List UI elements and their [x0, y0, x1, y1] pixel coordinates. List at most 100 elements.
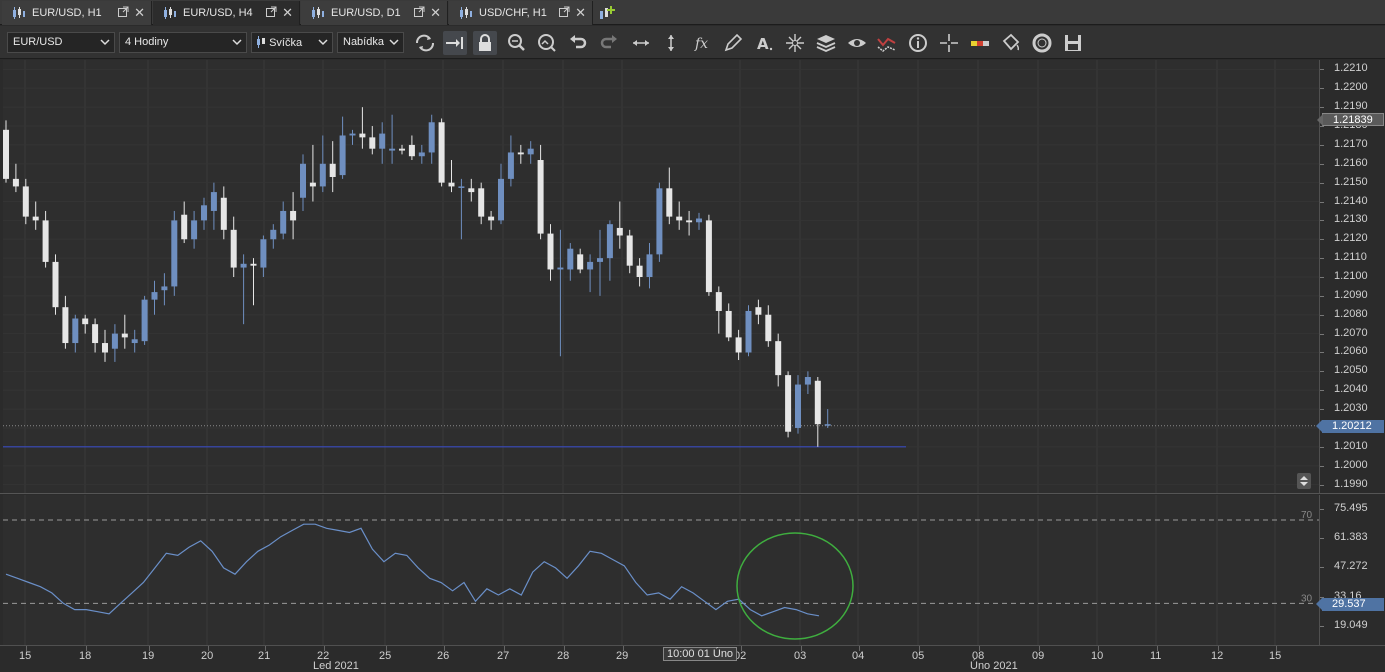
candle[interactable]: [191, 210, 198, 249]
tab-eurusd-h4[interactable]: EUR/USD, H4 ✕: [153, 1, 300, 25]
candle[interactable]: [507, 135, 514, 187]
candle[interactable]: [92, 318, 99, 353]
candle[interactable]: [309, 144, 316, 202]
candle[interactable]: [141, 295, 148, 345]
candle[interactable]: [3, 120, 9, 183]
candle[interactable]: [22, 178, 29, 225]
layers-button[interactable]: [814, 31, 838, 55]
candle[interactable]: [389, 114, 396, 164]
candle[interactable]: [181, 201, 188, 244]
candle[interactable]: [290, 192, 297, 240]
scale-toggle-button[interactable]: [1297, 473, 1311, 489]
add-chart-icon[interactable]: [597, 3, 617, 23]
candle[interactable]: [715, 286, 722, 334]
pencil-button[interactable]: [721, 31, 745, 55]
refresh-button[interactable]: [413, 31, 437, 55]
time-axis[interactable]: 15 18 19 20 21 22 25 26 27 28 29 02 03 04 05 08 09 10 11 12…: [0, 645, 1385, 672]
candle[interactable]: [349, 129, 356, 145]
candle[interactable]: [676, 201, 683, 230]
candle[interactable]: [220, 186, 227, 240]
paint-bucket-button[interactable]: [999, 31, 1023, 55]
candle[interactable]: [755, 299, 762, 325]
candle[interactable]: [606, 220, 613, 281]
menu-select[interactable]: Nabídka: [337, 32, 404, 53]
candle[interactable]: [369, 126, 376, 155]
candle[interactable]: [319, 135, 326, 193]
redo-button[interactable]: [597, 31, 621, 55]
candle[interactable]: [52, 254, 59, 315]
candle[interactable]: [814, 377, 821, 447]
close-icon[interactable]: ✕: [282, 5, 293, 21]
candle[interactable]: [696, 212, 702, 230]
candle[interactable]: [240, 254, 247, 325]
candle[interactable]: [250, 258, 257, 306]
horizontal-arrows-button[interactable]: [629, 31, 653, 55]
candle[interactable]: [300, 154, 306, 211]
popout-icon[interactable]: [118, 6, 129, 17]
save-button[interactable]: [1061, 31, 1085, 55]
candle[interactable]: [418, 144, 425, 164]
candle[interactable]: [537, 144, 544, 240]
candle[interactable]: [230, 216, 237, 277]
cursor-button[interactable]: [937, 31, 961, 55]
timeframe-select[interactable]: 4 Hodiny: [119, 32, 247, 53]
candle[interactable]: [725, 303, 732, 342]
tab-eurusd-h1[interactable]: EUR/USD, H1 ✕: [2, 1, 152, 25]
close-icon[interactable]: ✕: [430, 5, 441, 21]
candle[interactable]: [567, 243, 574, 281]
zoom-in-button[interactable]: [505, 31, 529, 55]
candle[interactable]: [626, 229, 633, 274]
candle[interactable]: [329, 141, 336, 193]
candle[interactable]: [201, 197, 207, 230]
candle[interactable]: [171, 210, 178, 296]
candle[interactable]: [577, 248, 584, 274]
candle[interactable]: [646, 243, 653, 289]
fx-button[interactable]: fx: [691, 31, 715, 55]
candle[interactable]: [210, 182, 217, 230]
undo-button[interactable]: [566, 31, 590, 55]
rsi-axis[interactable]: 75.495 61.383 47.272 33.16 19.049 29.537: [1316, 495, 1385, 645]
candle[interactable]: [824, 409, 831, 428]
candle[interactable]: [705, 214, 712, 296]
info-button[interactable]: [906, 31, 930, 55]
popout-icon[interactable]: [266, 6, 277, 17]
candle[interactable]: [587, 254, 594, 293]
auto-scroll-button[interactable]: [443, 31, 467, 55]
candle[interactable]: [686, 210, 693, 236]
candle[interactable]: [745, 305, 752, 357]
crosshair-star-button[interactable]: [783, 31, 807, 55]
popout-icon[interactable]: [559, 6, 570, 17]
candle[interactable]: [735, 329, 742, 361]
candle[interactable]: [399, 144, 405, 155]
price-axis[interactable]: 1.22101.22001.21901.21801.21701.21601.21…: [1316, 60, 1385, 494]
rsi-chart[interactable]: 70 30: [3, 495, 1319, 645]
candle[interactable]: [785, 371, 792, 438]
candle[interactable]: [42, 210, 49, 268]
chart-type-select[interactable]: Svíčka: [251, 32, 333, 53]
rsi-line[interactable]: [5, 523, 820, 617]
tab-eurusd-d1[interactable]: EUR/USD, D1 ✕: [301, 1, 448, 25]
candle[interactable]: [448, 160, 455, 193]
eye-button[interactable]: [845, 31, 869, 55]
vertical-arrows-button[interactable]: [659, 31, 683, 55]
candle[interactable]: [656, 182, 663, 262]
price-chart[interactable]: [3, 60, 1319, 494]
candle[interactable]: [478, 182, 485, 225]
candle[interactable]: [438, 118, 445, 187]
candle[interactable]: [458, 178, 465, 240]
symbol-select[interactable]: EUR/USD: [7, 32, 115, 53]
candle[interactable]: [12, 163, 19, 193]
candle[interactable]: [428, 114, 435, 164]
candle[interactable]: [775, 333, 782, 387]
lock-button[interactable]: [473, 31, 497, 55]
candle[interactable]: [270, 224, 277, 249]
lifebuoy-button[interactable]: [1030, 31, 1054, 55]
candle[interactable]: [280, 201, 287, 240]
candle[interactable]: [32, 201, 39, 230]
close-icon[interactable]: ✕: [575, 5, 586, 21]
candle[interactable]: [666, 167, 673, 225]
popout-icon[interactable]: [414, 6, 425, 17]
candle[interactable]: [765, 305, 772, 347]
color-bar-button[interactable]: [968, 31, 992, 55]
candle[interactable]: [151, 280, 158, 315]
